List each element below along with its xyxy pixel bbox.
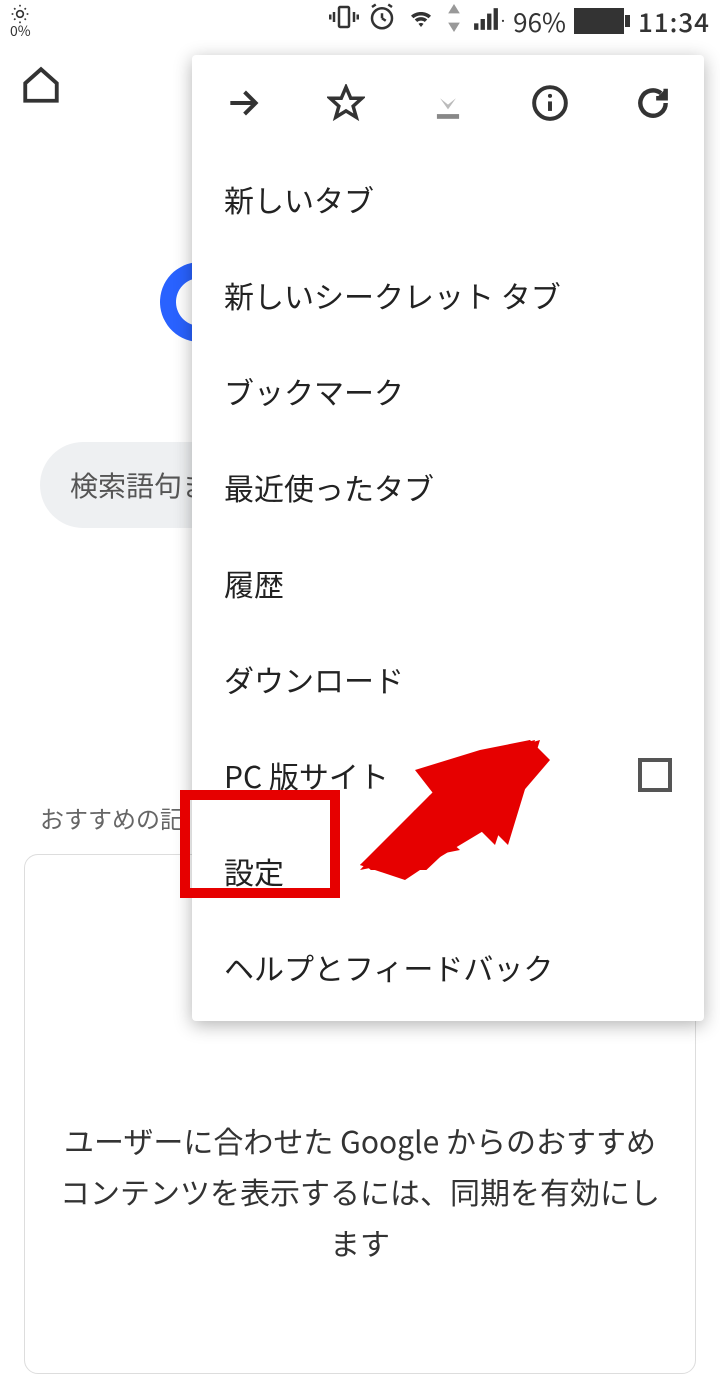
clock: 11:34 — [638, 3, 710, 40]
vibrate-icon — [329, 2, 359, 40]
brightness-value: 0% — [10, 24, 31, 38]
recommendations-heading: おすすめの記 — [40, 800, 184, 835]
refresh-icon[interactable] — [633, 83, 673, 123]
star-icon[interactable] — [326, 83, 366, 123]
menu-item-label: 新しいタブ — [224, 177, 374, 221]
info-icon[interactable] — [530, 83, 570, 123]
brightness-icon: 0% — [10, 4, 31, 38]
menu-item-label: PC 版サイト — [224, 753, 389, 797]
menu-item-new-tab[interactable]: 新しいタブ — [192, 151, 704, 247]
home-button[interactable] — [20, 64, 62, 111]
menu-item-label: 新しいシークレット タブ — [224, 273, 561, 317]
menu-item-label: ブックマーク — [224, 369, 404, 413]
menu-item-history[interactable]: 履歴 — [192, 535, 704, 631]
forward-icon[interactable] — [223, 83, 263, 123]
alarm-icon — [367, 2, 397, 40]
menu-item-bookmarks[interactable]: ブックマーク — [192, 343, 704, 439]
battery-icon — [574, 8, 624, 34]
menu-item-downloads[interactable]: ダウンロード — [192, 631, 704, 727]
menu-item-label: ヘルプとフィードバック — [224, 945, 553, 989]
menu-item-recent-tabs[interactable]: 最近使ったタブ — [192, 439, 704, 535]
overflow-menu: 新しいタブ 新しいシークレット タブ ブックマーク 最近使ったタブ 履歴 ダウン… — [192, 55, 704, 1021]
wifi-icon — [405, 2, 437, 40]
signal-icon: . — [471, 3, 505, 40]
desktop-site-checkbox[interactable] — [638, 758, 672, 792]
battery-percent: 96% — [513, 3, 566, 40]
menu-item-label: 最近使ったタブ — [224, 465, 434, 509]
download-icon[interactable] — [428, 83, 468, 123]
menu-item-desktop-site[interactable]: PC 版サイト — [192, 727, 704, 823]
status-bar: 0% . 96% 11:34 — [0, 0, 720, 42]
menu-item-settings[interactable]: 設定 — [192, 823, 704, 919]
card-message: ユーザーに合わせた Google からのおすすめコンテンツを表示するには、同期を… — [25, 1115, 695, 1268]
menu-item-label: ダウンロード — [224, 657, 404, 701]
data-updown-icon — [445, 3, 463, 40]
menu-item-label: 設定 — [224, 849, 284, 893]
menu-item-label: 履歴 — [224, 561, 284, 605]
menu-icon-row — [192, 55, 704, 151]
menu-item-help[interactable]: ヘルプとフィードバック — [192, 919, 704, 1015]
menu-item-incognito[interactable]: 新しいシークレット タブ — [192, 247, 704, 343]
search-placeholder: 検索語句ま — [70, 465, 210, 505]
